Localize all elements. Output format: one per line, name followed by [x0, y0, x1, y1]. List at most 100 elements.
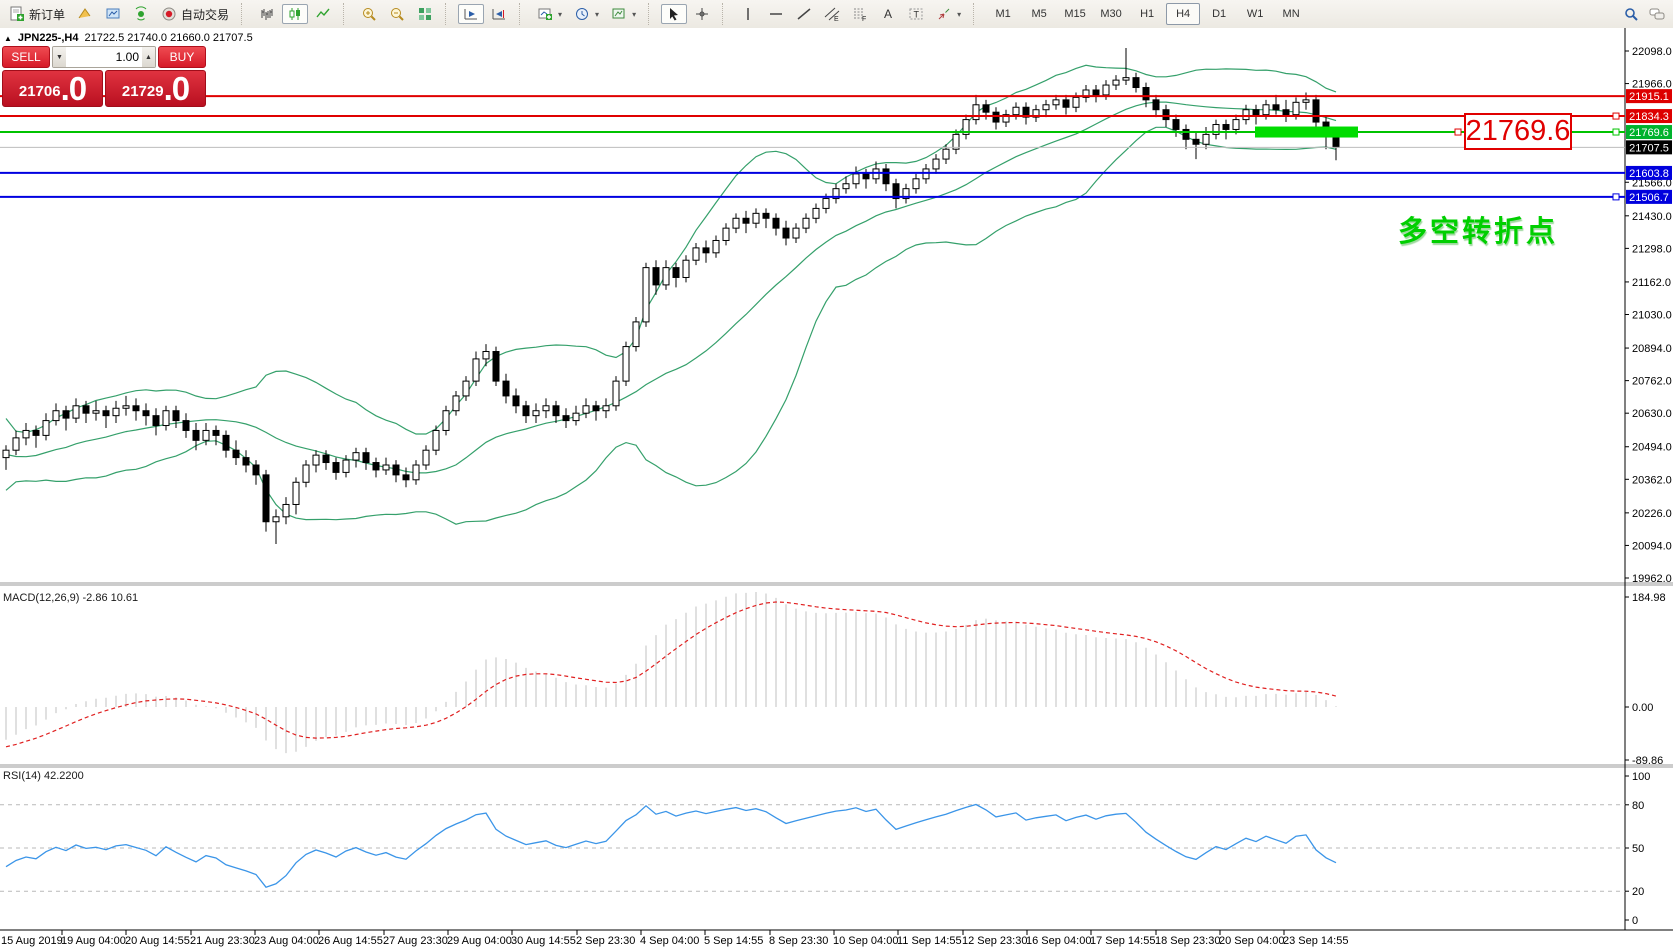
candle-body [1283, 110, 1289, 115]
time-tick-label: 18 Sep 23:30 [1155, 935, 1220, 947]
zoom-in-button[interactable] [356, 4, 382, 24]
auto-scroll-button[interactable] [458, 4, 484, 24]
buy-price-display[interactable]: 21729.0 [105, 70, 206, 107]
collapse-trade-panel-icon[interactable]: ▲ [4, 34, 12, 43]
candle-body [863, 174, 869, 179]
buy-price-pips: .0 [164, 72, 190, 105]
price-callout-box[interactable]: 21769.6 [1464, 113, 1572, 150]
timeframe-d1-button[interactable]: D1 [1202, 3, 1236, 25]
text-label-icon: T [908, 6, 924, 22]
candle-body [443, 411, 449, 431]
toolbar-separator [445, 3, 451, 25]
timeframe-m1-button[interactable]: M1 [986, 3, 1020, 25]
chevron-down-icon[interactable]: ▾ [957, 10, 961, 19]
chevron-down-icon[interactable]: ▾ [558, 10, 562, 19]
candle-body [1293, 102, 1299, 114]
timeframe-h1-button[interactable]: H1 [1130, 3, 1164, 25]
chevron-down-icon[interactable]: ▾ [632, 10, 636, 19]
candle-body [133, 406, 139, 411]
auto-trading-icon [161, 6, 177, 22]
timeframe-h4-button[interactable]: H4 [1166, 3, 1200, 25]
timeframe-m15-button[interactable]: M15 [1058, 3, 1092, 25]
toolbar-separator [648, 3, 654, 25]
candle-body [23, 430, 29, 437]
callout-anchor-handle[interactable] [1455, 129, 1461, 135]
candle-body [1313, 100, 1319, 122]
crosshair-button[interactable] [689, 4, 715, 24]
fibonacci-button[interactable]: F [847, 4, 873, 24]
candle-body [783, 228, 789, 238]
arrows-button[interactable]: ▾ [931, 4, 966, 24]
time-tick-label: 20 Sep 04:00 [1219, 935, 1284, 947]
search-icon[interactable] [1623, 6, 1639, 22]
market-watch-button[interactable] [100, 4, 126, 24]
candle-body [803, 218, 809, 228]
candle-body [93, 411, 99, 413]
timeframe-m30-button[interactable]: M30 [1094, 3, 1128, 25]
candle-body [1153, 100, 1159, 110]
tile-windows-button[interactable] [412, 4, 438, 24]
sell-button[interactable]: SELL [2, 46, 50, 68]
buy-button[interactable]: BUY [158, 46, 206, 68]
vertical-line-button[interactable] [735, 4, 761, 24]
periods-button[interactable]: ▾ [569, 4, 604, 24]
chat-icon[interactable] [1649, 6, 1665, 22]
candle-body [153, 416, 159, 426]
sell-price-display[interactable]: 21706.0 [2, 70, 103, 107]
line-handle[interactable] [1613, 113, 1619, 119]
cursor-button[interactable] [661, 4, 687, 24]
text-label-button[interactable]: T [903, 4, 929, 24]
volume-decrease-button[interactable]: ▼ [53, 47, 66, 67]
candle-body [713, 240, 719, 252]
price-badge-label: 21769.6 [1629, 127, 1669, 139]
chevron-down-icon[interactable]: ▾ [595, 10, 599, 19]
chart-canvas[interactable]: 22098.021966.021566.021430.021298.021162… [0, 28, 1673, 951]
candle-body [3, 450, 9, 457]
new-order-button[interactable]: 新订单 [4, 4, 70, 24]
rsi-pane-title: RSI(14) 42.2200 [3, 770, 84, 782]
timeframe-w1-button[interactable]: W1 [1238, 3, 1272, 25]
equidistant-channel-button[interactable]: E [819, 4, 845, 24]
line-chart-button[interactable] [310, 4, 336, 24]
candle-body [1243, 110, 1249, 120]
candle-body [973, 105, 979, 120]
candle-body [523, 406, 529, 416]
chart-annotation-text[interactable]: 多空转折点 [1398, 208, 1558, 250]
candle-body [53, 411, 59, 421]
time-tick-label: 10 Sep 04:00 [833, 935, 898, 947]
text-button[interactable]: A [875, 4, 901, 24]
toolbar-separator [722, 3, 728, 25]
time-tick-label: 27 Aug 23:30 [383, 935, 448, 947]
candle-body [173, 411, 179, 421]
candle-chart-button[interactable] [282, 4, 308, 24]
line-handle[interactable] [1613, 194, 1619, 200]
auto-trading-button[interactable]: 自动交易 [156, 4, 234, 24]
indicators-icon [537, 6, 553, 22]
chart-shift-icon [491, 6, 507, 22]
toolbar-group: 新订单 自动交易 [0, 0, 238, 28]
timeframe-m5-button[interactable]: M5 [1022, 3, 1056, 25]
templates-button[interactable]: ▾ [606, 4, 641, 24]
chart-area[interactable]: 22098.021966.021566.021430.021298.021162… [0, 28, 1673, 951]
candle-body [513, 396, 519, 406]
zoom-out-button[interactable] [384, 4, 410, 24]
toolbar-separator [241, 3, 247, 25]
chart-shift-button[interactable] [486, 4, 512, 24]
volume-input[interactable] [66, 47, 142, 67]
candle-body [163, 411, 169, 426]
timeframe-mn-button[interactable]: MN [1274, 3, 1308, 25]
chart-window-icon [77, 6, 93, 22]
indicators-button[interactable]: ▾ [532, 4, 567, 24]
signal-button[interactable] [128, 4, 154, 24]
horizontal-line-button[interactable] [763, 4, 789, 24]
candle-body [1203, 134, 1209, 144]
highlighted-price-segment[interactable] [1255, 127, 1358, 138]
chart-window-button[interactable] [72, 4, 98, 24]
bar-chart-button[interactable] [254, 4, 280, 24]
candle-body [593, 406, 599, 411]
price-tick-label: 20226.0 [1632, 508, 1672, 520]
zoom-in-icon [361, 6, 377, 22]
line-handle[interactable] [1613, 129, 1619, 135]
volume-increase-button[interactable]: ▲ [142, 47, 155, 67]
trend-line-button[interactable] [791, 4, 817, 24]
